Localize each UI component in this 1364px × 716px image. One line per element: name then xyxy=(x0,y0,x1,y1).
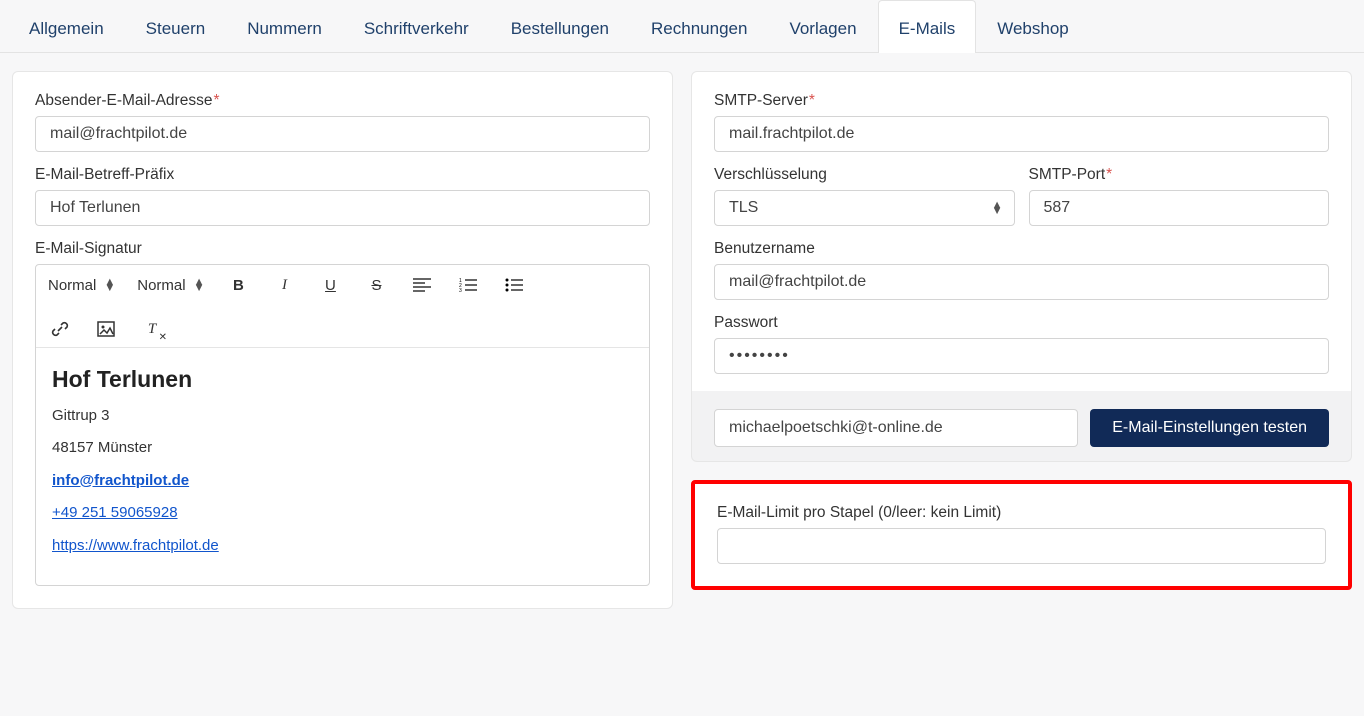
subject-prefix-label: E-Mail-Betreff-Präfix xyxy=(35,166,650,184)
bold-icon[interactable]: B xyxy=(226,273,250,297)
image-icon[interactable] xyxy=(94,317,118,341)
chevrons-icon: ▲▼ xyxy=(104,279,115,291)
encryption-label: Verschlüsselung xyxy=(714,166,1015,184)
email-limit-label: E-Mail-Limit pro Stapel (0/leer: kein Li… xyxy=(717,504,1326,522)
signature-email-link[interactable]: info@frachtpilot.de xyxy=(52,472,189,489)
username-input[interactable] xyxy=(714,264,1329,300)
unordered-list-icon[interactable] xyxy=(502,273,526,297)
tab-vorlagen[interactable]: Vorlagen xyxy=(768,0,877,53)
test-row: E-Mail-Einstellungen testen xyxy=(691,391,1352,462)
smtp-block: SMTP-Server* Verschlüsselung ▲▼ xyxy=(691,71,1352,462)
test-email-input[interactable] xyxy=(714,409,1078,447)
sender-card: Absender-E-Mail-Adresse* E-Mail-Betreff-… xyxy=(12,71,673,609)
email-limit-input[interactable] xyxy=(717,528,1326,564)
test-settings-button[interactable]: E-Mail-Einstellungen testen xyxy=(1090,409,1329,447)
strikethrough-icon[interactable]: S xyxy=(364,273,388,297)
italic-icon[interactable]: I xyxy=(272,273,296,297)
rte-font-select[interactable]: Normal ▲▼ xyxy=(137,277,204,294)
signature-heading: Hof Terlunen xyxy=(52,362,633,397)
subject-prefix-input[interactable] xyxy=(35,190,650,226)
username-label: Benutzername xyxy=(714,240,1329,258)
smtp-port-label: SMTP-Port* xyxy=(1029,166,1330,184)
signature-editor: Normal ▲▼ Normal ▲▼ B I U S xyxy=(35,264,650,586)
tab-allgemein[interactable]: Allgemein xyxy=(8,0,125,53)
signature-content[interactable]: Hof Terlunen Gittrup 3 48157 Münster inf… xyxy=(36,348,649,585)
email-limit-card: E-Mail-Limit pro Stapel (0/leer: kein Li… xyxy=(691,480,1352,590)
clear-format-icon[interactable]: T✕ xyxy=(140,317,164,341)
underline-icon[interactable]: U xyxy=(318,273,342,297)
sender-email-input[interactable] xyxy=(35,116,650,152)
ordered-list-icon[interactable]: 123 xyxy=(456,273,480,297)
signature-address1: Gittrup 3 xyxy=(52,405,633,428)
signature-url-link[interactable]: https://www.frachtpilot.de xyxy=(52,537,219,554)
rte-heading-select[interactable]: Normal ▲▼ xyxy=(48,277,115,294)
smtp-server-label: SMTP-Server* xyxy=(714,92,1329,110)
signature-phone-link[interactable]: +49 251 59065928 xyxy=(52,504,178,521)
tab-emails[interactable]: E-Mails xyxy=(878,0,977,53)
password-label: Passwort xyxy=(714,314,1329,332)
tab-rechnungen[interactable]: Rechnungen xyxy=(630,0,768,53)
tab-schriftverkehr[interactable]: Schriftverkehr xyxy=(343,0,490,53)
chevrons-icon: ▲▼ xyxy=(194,279,205,291)
signature-address2: 48157 Münster xyxy=(52,437,633,460)
tabs-bar: Allgemein Steuern Nummern Schriftverkehr… xyxy=(0,0,1364,53)
password-input[interactable] xyxy=(714,338,1329,374)
signature-label: E-Mail-Signatur xyxy=(35,240,650,258)
tab-nummern[interactable]: Nummern xyxy=(226,0,343,53)
align-icon[interactable] xyxy=(410,273,434,297)
rte-toolbar: Normal ▲▼ Normal ▲▼ B I U S xyxy=(36,265,649,348)
smtp-card: SMTP-Server* Verschlüsselung ▲▼ xyxy=(691,71,1352,397)
svg-text:3: 3 xyxy=(459,288,462,292)
smtp-server-input[interactable] xyxy=(714,116,1329,152)
sender-email-label: Absender-E-Mail-Adresse* xyxy=(35,92,650,110)
encryption-select[interactable] xyxy=(714,190,1015,226)
link-icon[interactable] xyxy=(48,317,72,341)
tab-webshop[interactable]: Webshop xyxy=(976,0,1090,53)
tab-steuern[interactable]: Steuern xyxy=(125,0,227,53)
smtp-port-input[interactable] xyxy=(1029,190,1330,226)
tab-bestellungen[interactable]: Bestellungen xyxy=(490,0,630,53)
